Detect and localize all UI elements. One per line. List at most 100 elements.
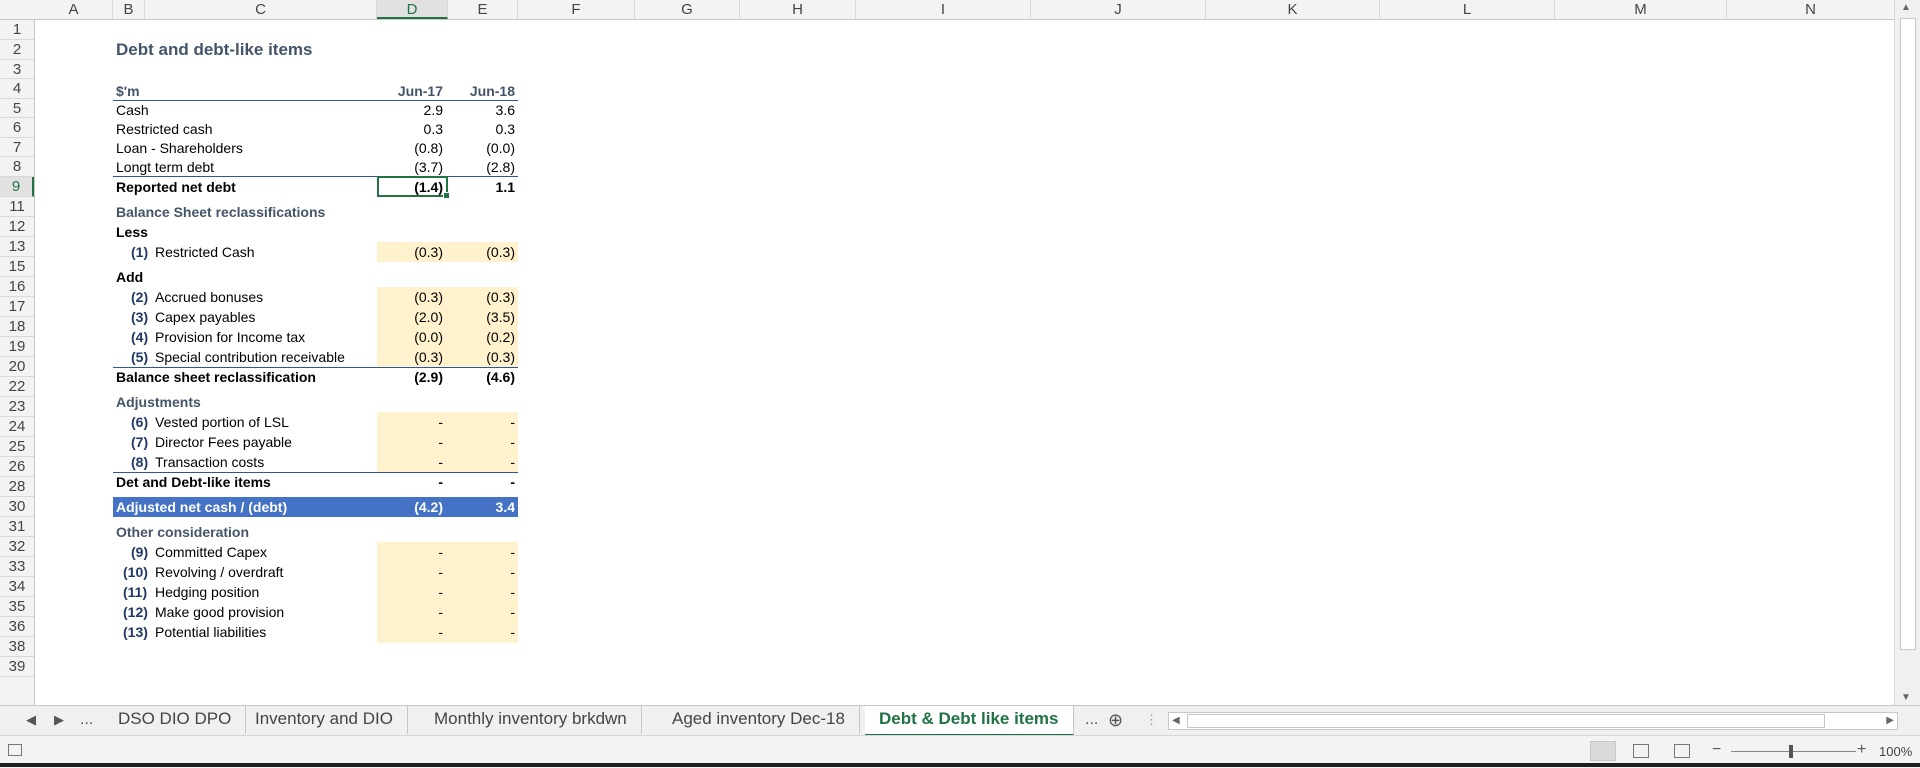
value-cell[interactable]: 2.9 [377,101,443,119]
row-header[interactable]: 11 [0,197,34,217]
row-header[interactable]: 36 [0,617,34,637]
column-header-g[interactable]: G [635,0,740,19]
value-cell[interactable]: (0.0) [377,328,443,346]
zoom-in-icon[interactable]: + [1857,741,1866,759]
row-label[interactable]: Make good provision [155,603,284,621]
column-header-e[interactable]: E [448,0,518,19]
row-header[interactable]: 9 [0,177,34,197]
tab-scroll-right-icon[interactable]: ▶ [54,706,64,734]
row-header[interactable]: 5 [0,99,34,118]
section-header[interactable]: Other consideration [116,523,249,541]
value-cell[interactable]: - [447,473,515,491]
value-cell[interactable]: - [377,453,443,471]
column-header-a[interactable]: A [35,0,113,19]
row-header[interactable]: 16 [0,277,34,297]
value-cell[interactable]: - [377,543,443,561]
value-cell[interactable]: (0.0) [447,139,515,157]
value-cell[interactable]: - [447,583,515,601]
row-label[interactable]: Transaction costs [155,453,264,471]
value-cell[interactable]: - [377,583,443,601]
row-header[interactable]: 35 [0,597,34,617]
value-cell[interactable]: (0.8) [377,139,443,157]
zoom-level[interactable]: 100% [1879,744,1912,759]
value-cell[interactable]: 3.6 [447,101,515,119]
value-cell[interactable]: - [447,413,515,431]
section-header[interactable]: Adjustments [116,393,201,411]
row-header[interactable]: 19 [0,337,34,357]
value-cell[interactable]: (2.0) [377,308,443,326]
column-header-h[interactable]: H [740,0,856,19]
value-cell[interactable]: (0.3) [377,288,443,306]
value-cell[interactable]: (4.6) [447,368,515,386]
horizontal-scrollbar[interactable]: ◀ ▶ [1168,712,1898,730]
row-header[interactable]: 25 [0,437,34,457]
value-cell[interactable]: - [377,563,443,581]
period-header-1[interactable]: Jun-17 [377,82,443,100]
row-header[interactable]: 8 [0,157,34,177]
column-header-b[interactable]: B [113,0,145,19]
value-cell[interactable]: - [447,603,515,621]
sheet-tab-active[interactable]: Debt & Debt like items [865,706,1074,737]
row-label[interactable]: Restricted Cash [155,243,255,261]
row-header[interactable]: 1 [0,20,34,40]
reported-net-debt-label[interactable]: Reported net debt [116,178,236,196]
value-cell[interactable]: (0.3) [447,243,515,261]
zoom-out-icon[interactable]: − [1712,741,1721,759]
row-label[interactable]: Committed Capex [155,543,267,561]
tab-splitter-icon[interactable]: ⋮ [1145,706,1158,734]
row-header[interactable]: 22 [0,377,34,397]
scroll-right-icon[interactable]: ▶ [1886,713,1894,729]
tab-overflow-right[interactable]: ... [1085,706,1098,734]
column-header-d[interactable]: D [377,0,448,19]
column-header-i[interactable]: I [856,0,1031,19]
row-header[interactable]: 31 [0,517,34,537]
row-label[interactable]: Hedging position [155,583,259,601]
debt-like-total-label[interactable]: Det and Debt-like items [116,473,271,491]
value-cell[interactable]: - [447,543,515,561]
add-label[interactable]: Add [116,268,143,286]
adjusted-net-label[interactable]: Adjusted net cash / (debt) [116,498,287,516]
value-cell[interactable]: - [377,473,443,491]
row-header[interactable]: 13 [0,237,34,257]
column-header-c[interactable]: C [145,0,377,19]
horizontal-scroll-thumb[interactable] [1187,714,1825,728]
row-header[interactable]: 3 [0,60,34,79]
vertical-scrollbar[interactable]: ▲ ▼ [1894,0,1920,705]
column-header-k[interactable]: K [1206,0,1380,19]
value-cell[interactable]: (4.2) [377,498,443,516]
row-header[interactable]: 30 [0,497,34,517]
row-header[interactable]: 6 [0,118,34,138]
value-cell[interactable]: - [377,623,443,641]
sheet-tab[interactable]: Monthly inventory brkdwn [420,706,642,734]
value-cell[interactable]: (3.5) [447,308,515,326]
row-header[interactable]: 38 [0,637,34,657]
row-header[interactable]: 4 [0,79,34,99]
row-header[interactable]: 18 [0,317,34,337]
column-header-j[interactable]: J [1031,0,1206,19]
value-cell[interactable]: 3.4 [447,498,515,516]
macro-record-icon[interactable] [8,744,22,756]
row-header[interactable]: 23 [0,397,34,417]
row-label[interactable]: Loan - Shareholders [116,139,243,157]
row-header[interactable]: 12 [0,217,34,237]
scroll-left-icon[interactable]: ◀ [1172,713,1180,729]
row-header[interactable]: 39 [0,657,34,677]
vertical-scroll-thumb[interactable] [1900,18,1916,650]
row-header[interactable]: 33 [0,557,34,577]
tab-overflow-left[interactable]: ... [80,706,93,734]
value-cell[interactable]: (0.3) [377,243,443,261]
add-sheet-icon[interactable]: ⊕ [1108,706,1123,734]
row-header[interactable]: 34 [0,577,34,597]
row-header[interactable]: 26 [0,457,34,477]
row-label[interactable]: Director Fees payable [155,433,292,451]
row-label[interactable]: Accrued bonuses [155,288,263,306]
row-header[interactable]: 32 [0,537,34,557]
sheet-tab[interactable]: DSO DIO DPO [104,706,247,734]
sheet-title[interactable]: Debt and debt-like items [116,41,312,59]
value-cell[interactable]: (0.3) [447,288,515,306]
value-cell[interactable]: (1.4) [377,178,443,196]
value-cell[interactable]: - [447,623,515,641]
value-cell[interactable]: (3.7) [377,158,443,176]
column-header-n[interactable]: N [1727,0,1895,19]
value-cell[interactable]: 0.3 [447,120,515,138]
